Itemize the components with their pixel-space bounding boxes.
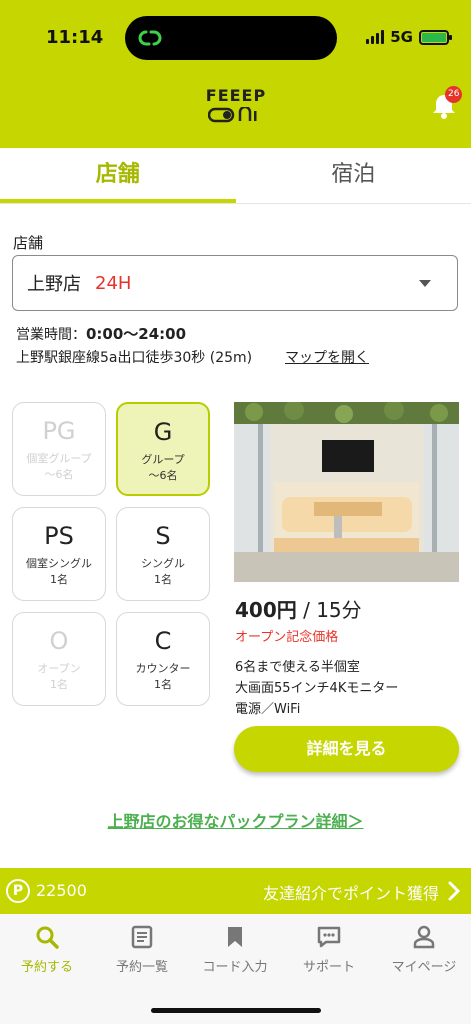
access-info: 上野駅銀座線5a出口徒歩30秒 (25m) — [16, 350, 253, 366]
seat-type-ps[interactable]: PS 個室シングル 1名 — [12, 507, 106, 601]
feeep-logo: FEEEP — [205, 86, 267, 123]
view-details-button[interactable]: 詳細を見る — [234, 726, 459, 772]
signal-icon — [366, 30, 385, 44]
bookmark-icon — [228, 927, 242, 947]
tab-stay[interactable]: 宿泊 — [236, 148, 471, 203]
referral-link[interactable]: 友達紹介でポイント獲得 — [263, 880, 439, 904]
network-label: 5G — [390, 28, 413, 46]
nav-reservation-list[interactable]: 予約一覧 — [97, 924, 187, 975]
seat-type-pg[interactable]: PG 個室グループ 〜6名 — [12, 402, 106, 496]
nav-support[interactable]: サポート — [284, 924, 374, 975]
plan-feature: 電源／WiFi — [235, 702, 301, 717]
link-app-icon — [138, 30, 162, 46]
nav-code-entry[interactable]: コード入力 — [190, 924, 280, 975]
logo-switch-mark — [205, 107, 267, 123]
app-header: 11:14 5G FEEEP 26 — [0, 0, 471, 148]
store-name: 上野店 — [27, 274, 81, 295]
plan-price: 400円 / 15分 — [235, 598, 362, 622]
status-indicators: 5G — [366, 28, 452, 46]
open-map-link[interactable]: マップを開く — [285, 347, 369, 367]
room-photo — [234, 402, 459, 582]
list-icon — [131, 925, 153, 949]
seat-type-g[interactable]: G グループ 〜6名 — [116, 402, 210, 496]
tab-store[interactable]: 店舗 — [0, 148, 236, 203]
seat-type-c[interactable]: C カウンター 1名 — [116, 612, 210, 706]
dynamic-island — [125, 16, 337, 60]
business-hours-value: 0:00〜24:00 — [86, 325, 187, 343]
seat-type-s[interactable]: S シングル 1名 — [116, 507, 210, 601]
nav-my-page[interactable]: マイページ — [379, 924, 469, 975]
pack-plan-link[interactable]: 上野店のお得なパックプラン詳細＞ — [0, 808, 471, 832]
person-icon — [413, 925, 435, 949]
points-bar: P 22500 友達紹介でポイント獲得 — [0, 868, 471, 914]
points-icon: P — [6, 879, 30, 903]
store-field-label: 店舗 — [13, 234, 44, 252]
seat-type-o[interactable]: O オープン 1名 — [12, 612, 106, 706]
plan-feature: 6名まで使える半個室 — [235, 660, 360, 675]
notification-badge: 26 — [445, 86, 463, 103]
store-select[interactable]: 上野店 24H — [12, 255, 458, 311]
points-balance: 22500 — [36, 881, 87, 900]
nav-reserve[interactable]: 予約する — [2, 924, 92, 975]
dropdown-arrow-icon — [419, 280, 431, 287]
plan-duration: / 15分 — [296, 598, 362, 622]
store-hours-tag: 24H — [95, 272, 132, 294]
home-indicator — [151, 1008, 321, 1013]
chat-icon — [317, 926, 341, 948]
plan-feature: 大画面55インチ4Kモニター — [235, 681, 399, 696]
price-note: オープン記念価格 — [235, 630, 339, 645]
business-hours: 営業時間：0:00〜24:00 — [16, 325, 187, 343]
chevron-right-icon[interactable] — [447, 881, 461, 901]
mode-tabs: 店舗 宿泊 — [0, 148, 471, 204]
status-time: 11:14 — [46, 27, 104, 48]
search-icon — [36, 926, 59, 949]
battery-icon — [419, 29, 452, 45]
